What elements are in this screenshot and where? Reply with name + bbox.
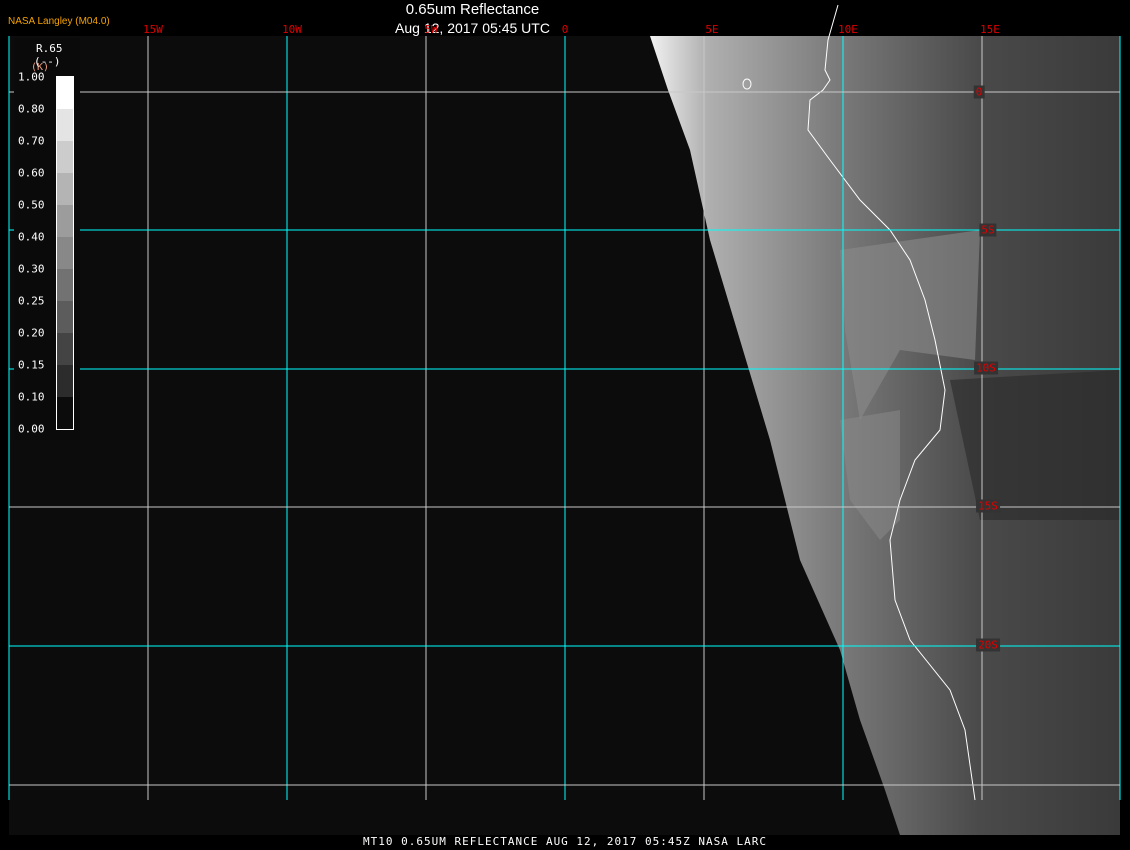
legend-tick: 0.20: [18, 326, 45, 340]
satellite-image-viewer: NASA Langley (M04.0) 0.65um Reflectance …: [0, 0, 1130, 850]
legend-variable: R.65: [36, 42, 63, 55]
lon-label: 15E: [980, 23, 1000, 36]
legend-swatch: [57, 397, 73, 429]
legend-colorbar: [56, 76, 74, 430]
lon-label: 5E: [705, 23, 719, 36]
color-legend: R.65 (K) (--) 1.00 0.80 0.70 0.60 0.50 0.40 0.…: [14, 38, 80, 440]
lon-label: 0: [561, 23, 569, 36]
lon-label: 10E: [838, 23, 858, 36]
legend-tick: 0.50: [18, 198, 45, 212]
legend-swatch: [57, 173, 73, 205]
legend-swatch: [57, 205, 73, 237]
lat-label: 20S: [976, 638, 1000, 652]
lat-label: 10S: [974, 361, 998, 375]
legend-swatch: [57, 77, 73, 109]
lat-label: 0: [973, 85, 985, 99]
legend-swatch: [57, 141, 73, 173]
legend-tick: 0.25: [18, 294, 45, 308]
legend-swatch: [57, 109, 73, 141]
lat-label: 15S: [976, 499, 1000, 513]
legend-tick: 0.30: [18, 262, 45, 276]
legend-tick: 0.70: [18, 134, 45, 148]
footer-caption: MT10 0.65UM REFLECTANCE AUG 12, 2017 05:…: [363, 835, 767, 848]
legend-tick: 0.40: [18, 230, 45, 244]
legend-tick: 0.80: [18, 102, 45, 116]
legend-tick: 1.00: [18, 70, 45, 84]
legend-units: (--): [34, 55, 61, 68]
legend-swatch: [57, 269, 73, 301]
legend-tick: 0.10: [18, 390, 45, 404]
legend-swatch: [57, 301, 73, 333]
lon-label: 15W: [143, 23, 163, 36]
legend-swatch: [57, 333, 73, 365]
legend-tick: 0.00: [18, 422, 45, 436]
lon-label: 5W: [424, 23, 438, 36]
legend-tick: 0.15: [18, 358, 45, 372]
lon-label: 10W: [282, 23, 302, 36]
image-title: 0.65um Reflectance: [405, 1, 540, 18]
legend-tick: 0.60: [18, 166, 45, 180]
satellite-map: [8, 4, 1121, 835]
image-datetime: Aug 12, 2017 05:45 UTC: [395, 20, 550, 36]
legend-swatch: [57, 237, 73, 269]
legend-swatch: [57, 365, 73, 397]
lat-label: 5S: [979, 223, 997, 237]
